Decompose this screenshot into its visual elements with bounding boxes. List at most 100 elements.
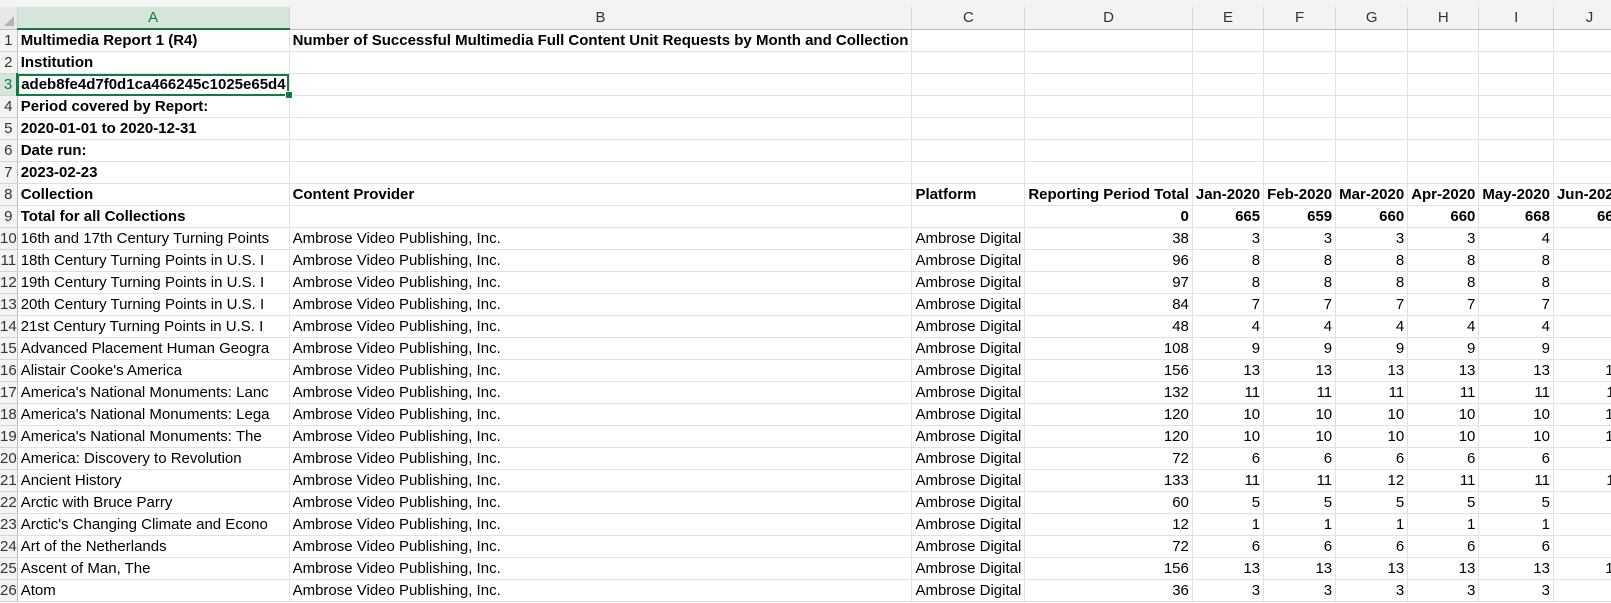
cell-a4[interactable]: Period covered by Report: [17,95,290,118]
cell[interactable]: 3 [1335,227,1409,250]
cell[interactable]: 12 [1024,513,1193,536]
column-header-e[interactable]: E [1192,7,1265,30]
header-cell[interactable]: Mar-2020 [1335,183,1409,206]
report-title-cell[interactable]: Number of Successful Multimedia Full Con… [289,29,913,52]
total-cell[interactable]: Total for all Collections [17,205,290,228]
cell[interactable]: 8 [1478,249,1554,272]
cell[interactable]: Ambrose Digital [911,469,1026,492]
cell[interactable]: 48 [1024,315,1193,338]
cell[interactable] [1192,51,1265,74]
cell[interactable]: 7 [1553,293,1611,316]
cell[interactable]: 13 [1192,359,1265,382]
cell[interactable] [911,51,1026,74]
cell[interactable] [1553,73,1611,96]
cell[interactable] [1192,73,1265,96]
cell[interactable] [1407,73,1480,96]
cell[interactable] [1263,139,1337,162]
cell[interactable]: 7 [1335,293,1409,316]
row-header[interactable]: 23 [0,513,18,536]
row-header[interactable]: 19 [0,425,18,448]
cell[interactable] [1478,51,1554,74]
row-header[interactable]: 21 [0,469,18,492]
cell[interactable]: 8 [1478,271,1554,294]
cell[interactable] [1192,161,1265,184]
cell[interactable]: 156 [1024,359,1193,382]
cell[interactable]: 11 [1192,469,1265,492]
cell[interactable] [1478,139,1554,162]
cell[interactable]: 8 [1553,271,1611,294]
cell[interactable]: 11 [1335,381,1409,404]
cell[interactable]: 9 [1192,337,1265,360]
fill-handle[interactable] [284,91,293,99]
cell[interactable]: 3 [1553,579,1611,602]
cell[interactable]: Ambrose Digital [911,557,1026,580]
cell[interactable]: 6 [1407,447,1480,470]
cell[interactable] [1407,161,1480,184]
cell[interactable]: 13 [1192,557,1265,580]
column-header-c[interactable]: C [911,7,1026,30]
collection-cell[interactable]: 19th Century Turning Points in U.S. I [17,271,290,294]
cell[interactable] [1335,73,1409,96]
row-header[interactable]: 26 [0,579,18,602]
cell[interactable]: 8 [1263,271,1337,294]
cell[interactable] [1192,95,1265,118]
collection-cell[interactable]: America's National Monuments: Lanc [17,381,290,404]
cell[interactable]: Ambrose Digital [911,579,1026,602]
cell[interactable] [1263,161,1337,184]
cell[interactable]: 6 [1478,447,1554,470]
cell[interactable]: 1 [1478,513,1554,536]
cell[interactable]: 8 [1407,249,1480,272]
cell[interactable]: 1 [1407,513,1480,536]
cell[interactable] [1478,29,1554,52]
active-cell-a3[interactable]: adeb8fe4d7f0d1ca466245c1025e65d4 [17,73,293,99]
cell[interactable]: 6 [1263,535,1337,558]
row-header[interactable]: 16 [0,359,18,382]
cell[interactable]: 13 [1553,557,1611,580]
cell[interactable]: 9 [1407,337,1480,360]
cell[interactable]: Ambrose Video Publishing, Inc. [289,227,913,250]
cell[interactable]: 11 [1192,381,1265,404]
cell[interactable]: Ambrose Video Publishing, Inc. [289,557,913,580]
cell-a5[interactable]: 2020-01-01 to 2020-12-31 [17,117,290,140]
cell[interactable]: Ambrose Video Publishing, Inc. [289,381,913,404]
cell[interactable]: Ambrose Video Publishing, Inc. [289,315,913,338]
total-cell[interactable]: 664 [1553,205,1611,228]
cell[interactable]: Ambrose Video Publishing, Inc. [289,293,913,316]
row-header[interactable]: 5 [0,117,18,140]
cell[interactable]: 13 [1478,359,1554,382]
cell[interactable]: 3 [1478,579,1554,602]
cell-a7[interactable]: 2023-02-23 [17,161,290,184]
cell[interactable]: 133 [1024,469,1193,492]
row-header[interactable]: 3 [0,73,19,96]
cell[interactable]: 3 [1263,227,1337,250]
cell[interactable]: Ambrose Digital [911,381,1026,404]
cell[interactable]: 13 [1263,359,1337,382]
header-cell[interactable]: Collection [17,183,290,206]
cell[interactable]: 5 [1192,491,1265,514]
cell[interactable] [289,139,913,162]
cell[interactable]: 10 [1335,425,1409,448]
cell[interactable]: Ambrose Digital [911,403,1026,426]
cell[interactable]: 4 [1335,315,1409,338]
cell[interactable]: 6 [1553,447,1611,470]
cell[interactable] [1263,29,1337,52]
row-header[interactable]: 22 [0,491,18,514]
cell[interactable]: Ambrose Digital [911,513,1026,536]
cell[interactable]: 10 [1192,403,1265,426]
header-cell[interactable]: Jan-2020 [1192,183,1265,206]
cell[interactable]: 11 [1478,469,1554,492]
spreadsheet-grid[interactable]: ABCDEFGHIJ 1 Multimedia Report 1 (R4) Numb… [0,7,1611,602]
cell[interactable]: 10 [1263,403,1337,426]
cell[interactable]: 11 [1553,469,1611,492]
cell[interactable] [1192,29,1265,52]
cell[interactable]: 13 [1553,359,1611,382]
cell[interactable]: 3 [1407,579,1480,602]
cell[interactable]: 11 [1407,381,1480,404]
row-header[interactable]: 13 [0,293,18,316]
cell[interactable]: 5 [1478,491,1554,514]
cell[interactable] [1024,51,1193,74]
total-cell[interactable]: 659 [1263,205,1337,228]
row-header[interactable]: 10 [0,227,18,250]
cell-a2[interactable]: Institution [17,51,290,74]
cell[interactable]: 5 [1335,491,1409,514]
